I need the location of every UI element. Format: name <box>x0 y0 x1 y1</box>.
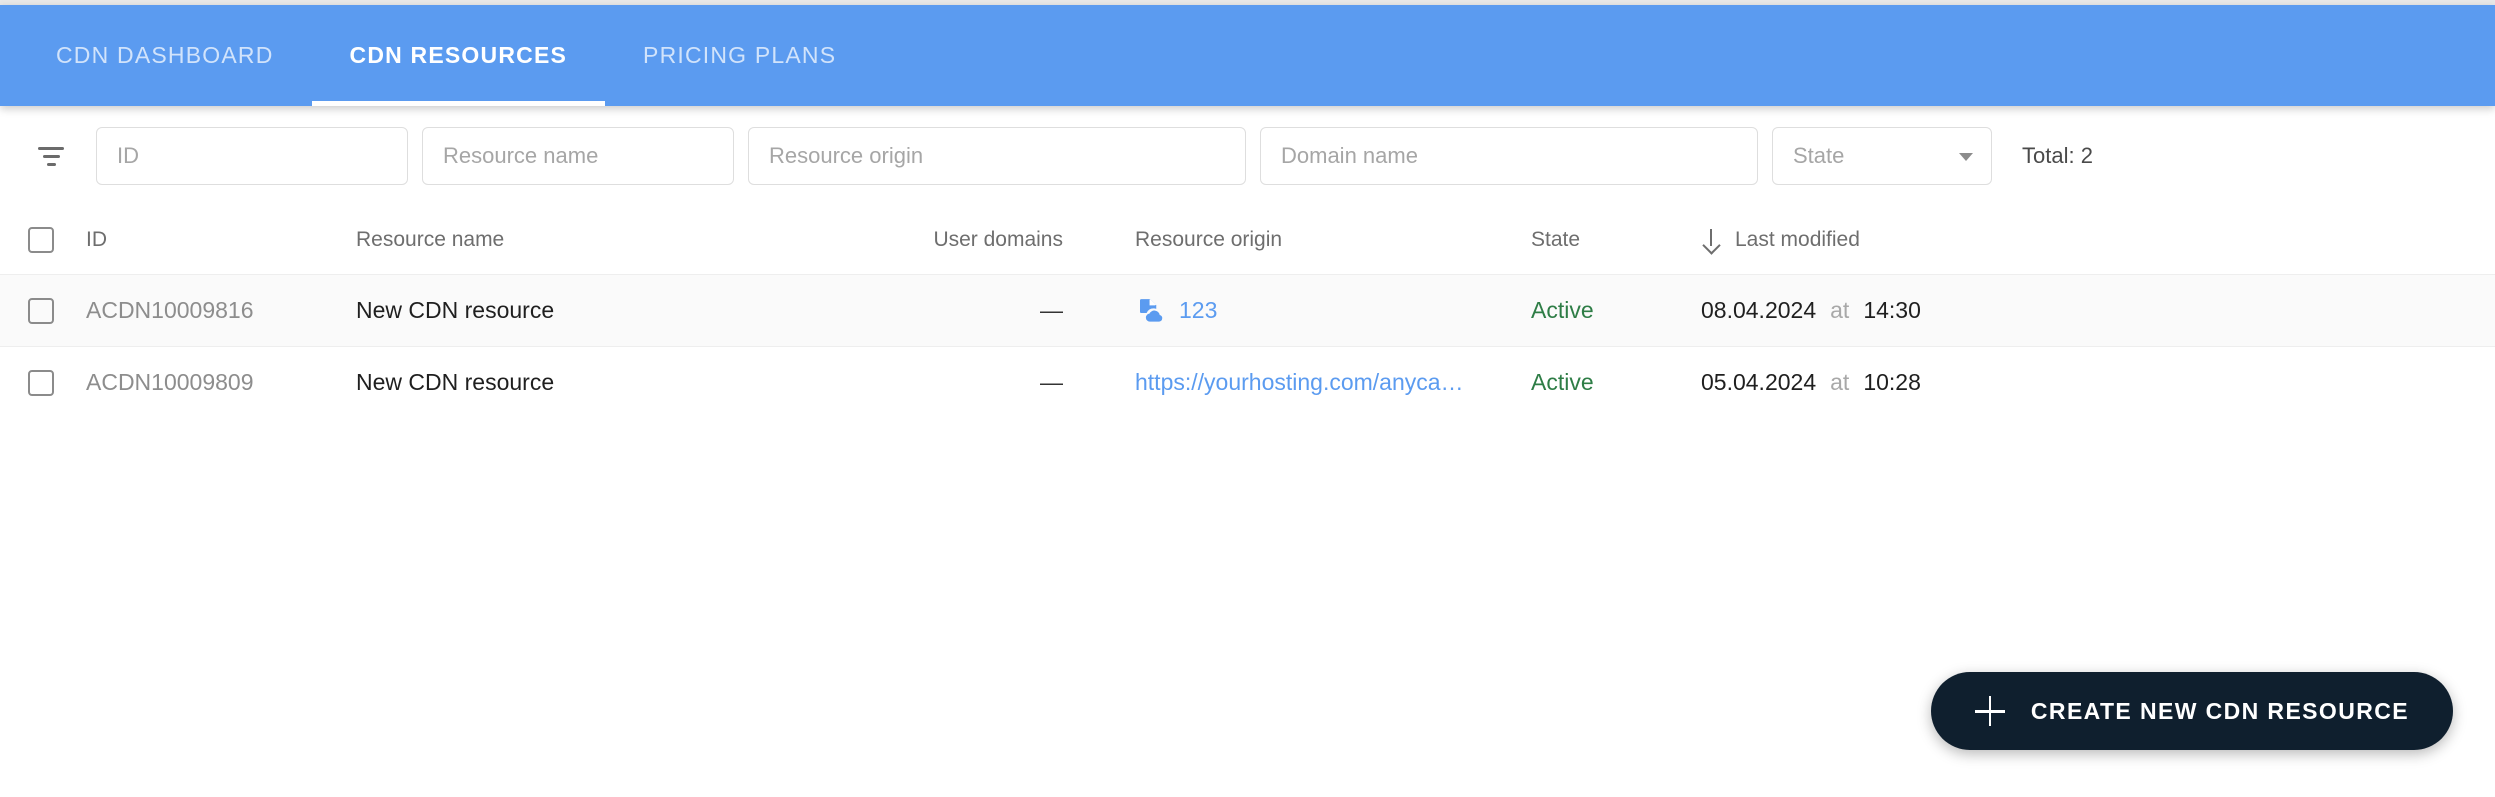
cell-user-domains: — <box>866 297 1081 324</box>
column-header-user-domains[interactable]: User domains <box>866 228 1081 252</box>
row-checkbox[interactable] <box>28 297 54 324</box>
table-row[interactable]: ACDN10009816 New CDN resource — 123 Acti… <box>0 274 2495 346</box>
cell-resource-name: New CDN resource <box>356 297 866 324</box>
tab-cdn-dashboard[interactable]: CDN DASHBOARD <box>18 5 312 106</box>
create-new-cdn-resource-button[interactable]: CREATE NEW CDN RESOURCE <box>1930 672 2453 750</box>
cell-resource-origin-link[interactable]: 123 <box>1179 297 1217 324</box>
cell-id-value: ACDN10009809 <box>86 369 254 395</box>
filter-bar: State Total: 2 <box>0 106 2495 206</box>
cell-date-value: 08.04.2024 <box>1701 297 1817 323</box>
tab-label: PRICING PLANS <box>643 42 837 68</box>
column-header-last-modified[interactable]: Last modified <box>1701 228 2495 252</box>
cell-time-value: 10:28 <box>1863 369 1921 395</box>
cell-resource-name-value: New CDN resource <box>356 369 555 395</box>
table-header-row: ID Resource name User domains Resource o… <box>0 206 2495 274</box>
arrow-down-icon[interactable] <box>1701 229 1721 251</box>
cell-user-domains-value: — <box>1040 369 1063 395</box>
cell-date-value: 05.04.2024 <box>1701 369 1817 395</box>
cell-state: Active <box>1531 297 1701 324</box>
tab-label: CDN DASHBOARD <box>56 42 274 68</box>
filter-icon[interactable] <box>28 133 74 179</box>
row-select-cell <box>28 297 86 324</box>
main-tabbar: CDN DASHBOARD CDN RESOURCES PRICING PLAN… <box>0 5 2495 106</box>
create-button-label: CREATE NEW CDN RESOURCE <box>2030 697 2409 724</box>
row-select-cell <box>28 369 86 396</box>
filter-state-label: State <box>1793 143 1845 168</box>
column-header-id[interactable]: ID <box>86 228 356 252</box>
cell-resource-name: New CDN resource <box>356 369 866 396</box>
cell-id: ACDN10009816 <box>86 297 356 324</box>
cell-last-modified: 05.04.2024 at 10:28 <box>1701 369 2495 396</box>
cdn-resources-page: CDN DASHBOARD CDN RESOURCES PRICING PLAN… <box>0 0 2495 797</box>
column-header-state[interactable]: State <box>1531 228 1701 252</box>
cell-date-separator: at <box>1830 297 1850 323</box>
cloud-storage-icon <box>1140 298 1163 322</box>
filter-domain-name-input[interactable] <box>1260 127 1758 185</box>
plus-icon <box>1974 696 2005 726</box>
select-all-cell <box>28 227 86 253</box>
cell-resource-origin: https://yourhosting.com/anyca… <box>1081 369 1531 396</box>
tab-pricing-plans[interactable]: PRICING PLANS <box>605 5 874 106</box>
cell-time-value: 14:30 <box>1863 297 1921 323</box>
column-header-resource-origin[interactable]: Resource origin <box>1081 228 1531 252</box>
status-badge: Active <box>1531 369 1594 395</box>
column-header-resource-name[interactable]: Resource name <box>356 228 866 252</box>
cell-resource-name-value: New CDN resource <box>356 297 555 323</box>
tab-cdn-resources[interactable]: CDN RESOURCES <box>311 5 606 106</box>
chevron-down-icon <box>1959 153 1973 161</box>
total-count-label: Total: 2 <box>2022 143 2093 168</box>
filter-resource-origin-input[interactable] <box>748 127 1246 185</box>
cell-state: Active <box>1531 369 1701 396</box>
cell-id: ACDN10009809 <box>86 369 356 396</box>
status-badge: Active <box>1531 297 1594 323</box>
cell-resource-origin: 123 <box>1081 296 1531 326</box>
resources-table: ID Resource name User domains Resource o… <box>0 206 2495 418</box>
cell-resource-origin-link[interactable]: https://yourhosting.com/anyca… <box>1135 369 1464 396</box>
table-row[interactable]: ACDN10009809 New CDN resource — https://… <box>0 346 2495 418</box>
cell-user-domains: — <box>866 369 1081 396</box>
filter-id-input[interactable] <box>96 127 408 185</box>
filter-state-select[interactable]: State <box>1772 127 1992 185</box>
cell-date-separator: at <box>1830 369 1850 395</box>
tab-label: CDN RESOURCES <box>349 42 568 68</box>
cell-user-domains-value: — <box>1040 297 1063 323</box>
column-header-last-modified-label: Last modified <box>1735 228 1860 251</box>
cell-id-value: ACDN10009816 <box>86 297 254 323</box>
filter-resource-name-input[interactable] <box>422 127 734 185</box>
select-all-checkbox[interactable] <box>28 227 54 253</box>
cell-last-modified: 08.04.2024 at 14:30 <box>1701 297 2495 324</box>
row-checkbox[interactable] <box>28 369 54 396</box>
